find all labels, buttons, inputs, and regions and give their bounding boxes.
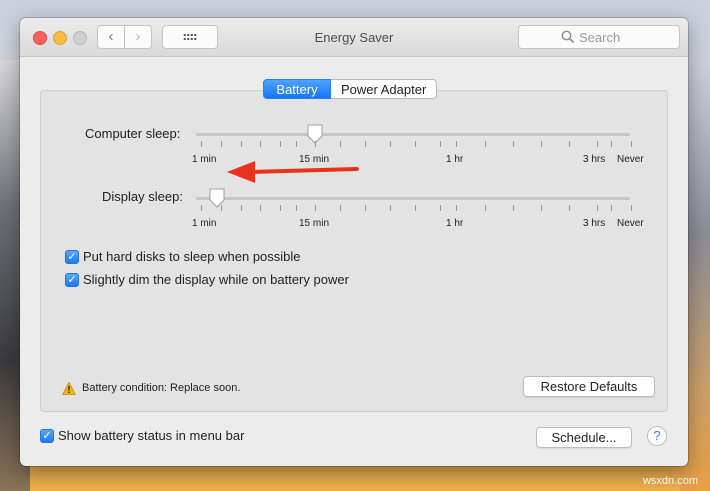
dim-display-checkbox[interactable]: ✓: [65, 273, 79, 287]
show-battery-status-label[interactable]: Show battery status in menu bar: [58, 428, 244, 443]
slider-tick: [631, 141, 632, 147]
show-battery-status-checkbox[interactable]: ✓: [40, 429, 54, 443]
slider-tick: [201, 205, 202, 211]
watermark: wsxdn.com: [642, 475, 698, 487]
slider-tick: [241, 205, 242, 211]
slider-tick: [485, 205, 486, 211]
slider-tick: [280, 141, 281, 147]
slider-tick: [513, 205, 514, 211]
slider-tick: [415, 141, 416, 147]
computer-sleep-tick-label: 1 min: [192, 154, 217, 165]
slider-tick: [513, 141, 514, 147]
slider-tick: [221, 141, 222, 147]
tab-battery[interactable]: Battery: [263, 79, 331, 99]
checkmark-icon: ✓: [67, 251, 77, 263]
battery-condition-text: Battery condition: Replace soon.: [82, 382, 241, 394]
slider-tick: [280, 205, 281, 211]
help-icon: ?: [653, 428, 661, 443]
slider-tick: [296, 205, 297, 211]
slider-tick: [201, 141, 202, 147]
schedule-button[interactable]: Schedule...: [536, 427, 632, 448]
tab-power-adapter[interactable]: Power Adapter: [331, 79, 438, 99]
checkmark-icon: ✓: [67, 274, 77, 286]
slider-tick: [315, 205, 316, 211]
slider-tick: [296, 141, 297, 147]
slider-tick: [569, 205, 570, 211]
search-field[interactable]: Search: [518, 25, 680, 49]
slider-tick: [611, 141, 612, 147]
tab-selector: Battery Power Adapter: [263, 79, 438, 99]
display-sleep-tick-label: 1 hr: [446, 218, 464, 229]
display-sleep-tick-label: 1 min: [192, 218, 217, 229]
slider-tick: [390, 205, 391, 211]
checkmark-icon: ✓: [42, 430, 52, 442]
slider-tick: [340, 205, 341, 211]
energy-saver-window: ‹ › Energy Saver Search Battery Power Ad…: [20, 18, 688, 466]
computer-sleep-track[interactable]: [196, 133, 630, 136]
computer-sleep-tick-label: 1 hr: [446, 154, 464, 165]
slider-tick: [597, 141, 598, 147]
slider-tick: [485, 141, 486, 147]
display-sleep-slider-thumb[interactable]: [208, 188, 226, 208]
search-placeholder: Search: [579, 30, 621, 45]
display-sleep-track[interactable]: [196, 197, 630, 200]
computer-sleep-tick-label: Never: [617, 154, 644, 165]
slider-tick: [631, 205, 632, 211]
slider-tick: [221, 205, 222, 211]
computer-sleep-tick-label: 3 hrs: [583, 154, 606, 165]
display-sleep-tick-label: Never: [617, 218, 644, 229]
slider-tick: [541, 205, 542, 211]
dim-display-label[interactable]: Slightly dim the display while on batter…: [83, 272, 349, 287]
slider-tick: [365, 141, 366, 147]
slider-tick: [260, 205, 261, 211]
slider-tick: [456, 141, 457, 147]
display-sleep-tick-label: 3 hrs: [583, 218, 606, 229]
slider-tick: [569, 141, 570, 147]
computer-sleep-label: Computer sleep:: [85, 126, 181, 141]
slider-tick: [611, 205, 612, 211]
hard-disk-sleep-checkbox[interactable]: ✓: [65, 250, 79, 264]
slider-tick: [541, 141, 542, 147]
slider-tick: [390, 141, 391, 147]
display-sleep-label: Display sleep:: [102, 189, 183, 204]
slider-tick: [365, 205, 366, 211]
hard-disk-sleep-label[interactable]: Put hard disks to sleep when possible: [83, 249, 301, 264]
slider-tick: [456, 205, 457, 211]
search-icon: [561, 30, 575, 44]
title-bar: ‹ › Energy Saver Search: [20, 18, 688, 57]
warning-icon: [62, 382, 76, 395]
display-sleep-tick-label: 15 min: [299, 218, 330, 229]
slider-tick: [440, 205, 441, 211]
slider-tick: [597, 205, 598, 211]
slider-tick: [260, 141, 261, 147]
slider-tick: [241, 141, 242, 147]
slider-tick: [315, 141, 316, 147]
help-button[interactable]: ?: [647, 426, 667, 446]
restore-defaults-button[interactable]: Restore Defaults: [523, 376, 655, 397]
slider-tick: [340, 141, 341, 147]
annotation-arrow-icon: [227, 161, 359, 183]
slider-tick: [440, 141, 441, 147]
slider-tick: [415, 205, 416, 211]
